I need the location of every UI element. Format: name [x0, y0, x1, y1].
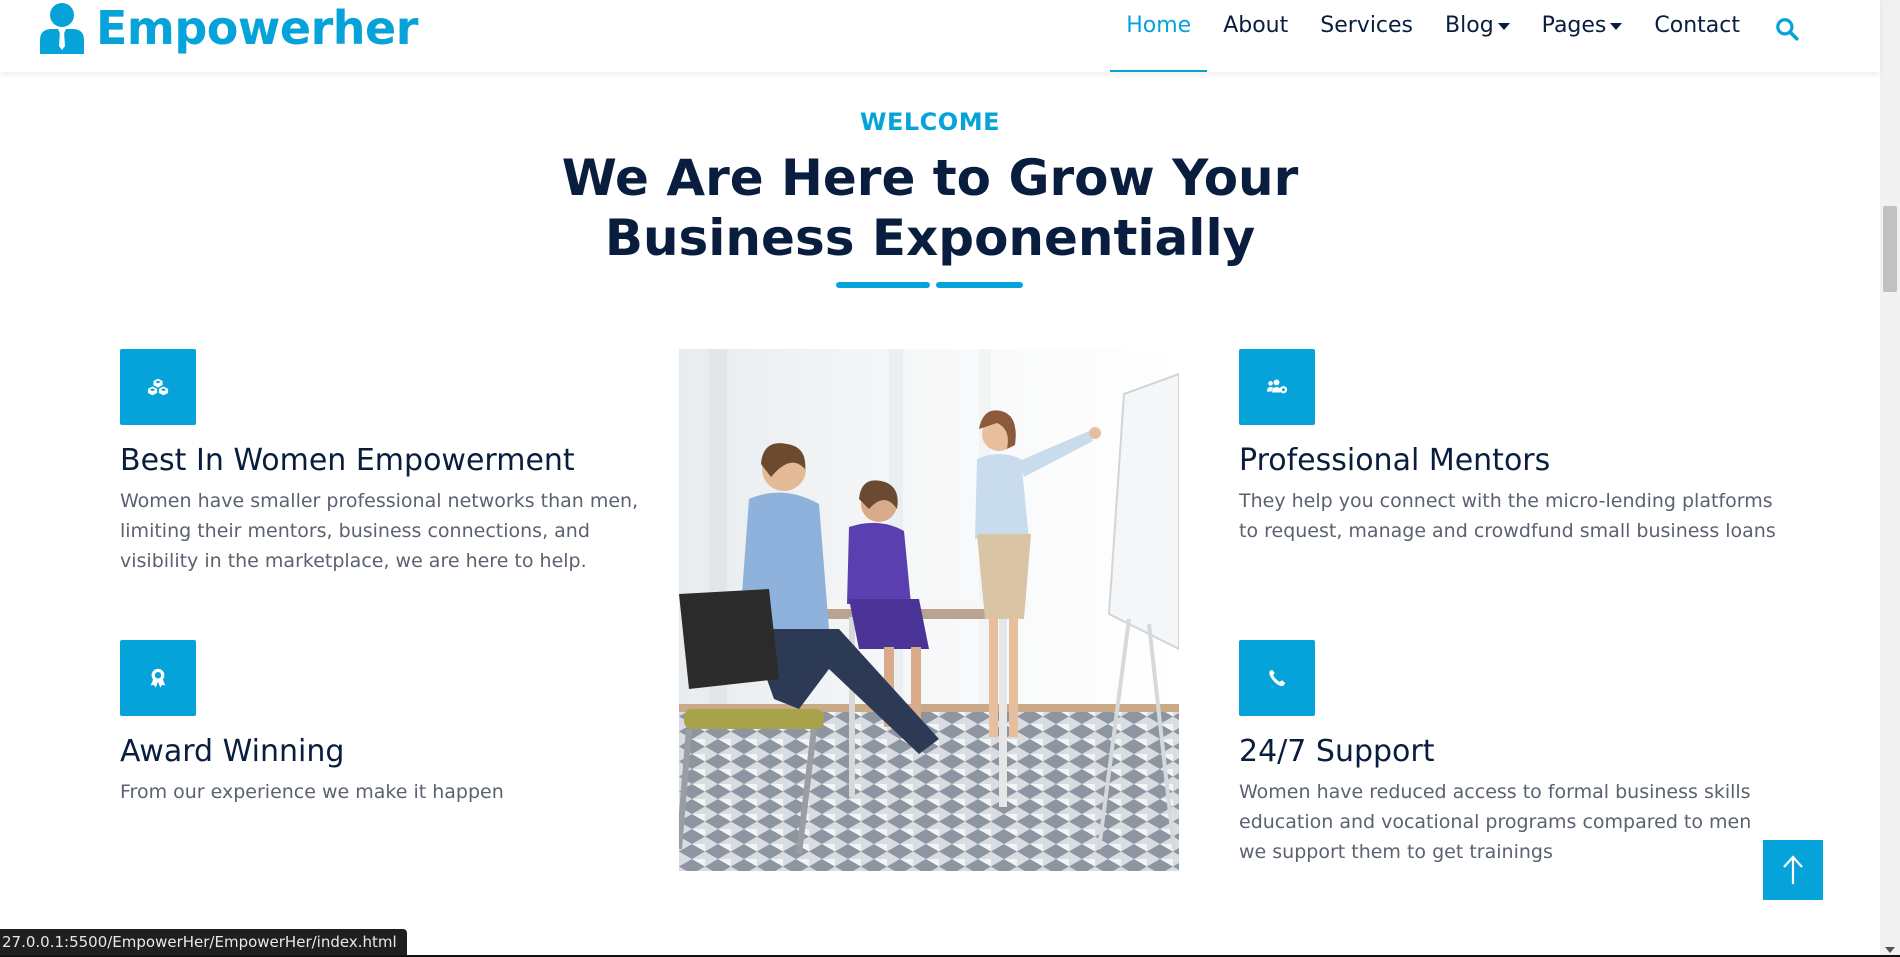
feature-icon-box [120, 349, 196, 425]
feature-women-empowerment: Best In Women Empowerment Women have sma… [120, 349, 660, 576]
nav-pages-dropdown[interactable]: Pages [1526, 0, 1639, 72]
feature-text: Women have reduced access to formal busi… [1239, 781, 1752, 863]
users-cog-icon [1266, 379, 1288, 394]
section-title: We Are Here to Grow Your Business Expone… [530, 148, 1330, 268]
feature-icon-box [120, 640, 196, 716]
user-tie-icon [40, 3, 84, 54]
nav-home-label: Home [1126, 13, 1192, 38]
office-meeting-photo [679, 349, 1179, 871]
scroll-down-arrow-icon[interactable] [1885, 947, 1895, 953]
feature-text: Women have smaller professional networks… [120, 490, 639, 572]
main-nav: Home About Services Blog Pages Contact [1110, 0, 1800, 72]
section-title-line-2: Business Exponentially [604, 209, 1256, 267]
feature-title: 24/7 Support [1239, 734, 1435, 769]
nav-blog-dropdown[interactable]: Blog [1429, 0, 1526, 72]
nav-about[interactable]: About [1207, 0, 1304, 72]
caret-down-icon [1497, 22, 1510, 30]
caret-down-icon [1610, 22, 1623, 30]
feature-professional-mentors: Professional Mentors They help you conne… [1239, 349, 1779, 546]
feature-text: They help you connect with the micro-len… [1239, 490, 1776, 542]
arrow-up-icon [1783, 855, 1803, 884]
feature-title: Professional Mentors [1239, 443, 1551, 478]
search-icon[interactable] [1774, 16, 1800, 42]
nav-services[interactable]: Services [1304, 0, 1429, 72]
page-scrollbar[interactable] [1880, 0, 1900, 957]
back-to-top-button[interactable] [1763, 840, 1823, 900]
nav-pages-label: Pages [1541, 13, 1607, 38]
feature-text: From our experience we make it happen [120, 781, 504, 803]
nav-home[interactable]: Home [1110, 0, 1208, 72]
meeting-illustration [679, 349, 1179, 871]
award-icon [150, 668, 166, 688]
feature-icon-box [1239, 349, 1315, 425]
feature-support: 24/7 Support Women have reduced access t… [1239, 640, 1779, 867]
feature-award-winning: Award Winning From our experience we mak… [120, 640, 660, 807]
title-divider-right [936, 282, 1023, 288]
section-eyebrow: WELCOME [860, 108, 1000, 136]
nav-contact[interactable]: Contact [1638, 0, 1756, 72]
title-divider-left [836, 282, 930, 288]
nav-blog-label: Blog [1445, 13, 1494, 38]
scrollbar-thumb[interactable] [1883, 206, 1897, 292]
brand-name: Empowerher [96, 1, 418, 55]
navbar: Empowerher Home About Services Blog Page… [0, 0, 1880, 72]
link-status-bar: 27.0.0.1:5500/EmpowerHer/EmpowerHer/inde… [0, 929, 407, 956]
section-title-line-1: We Are Here to Grow Your [561, 149, 1299, 207]
brand-logo[interactable]: Empowerher [38, 0, 418, 56]
nav-contact-label: Contact [1654, 13, 1740, 38]
feature-title: Award Winning [120, 734, 345, 769]
cubes-icon [147, 378, 169, 396]
nav-about-label: About [1223, 13, 1289, 38]
feature-icon-box [1239, 640, 1315, 716]
phone-icon [1269, 669, 1286, 687]
nav-services-label: Services [1320, 13, 1414, 38]
feature-title: Best In Women Empowerment [120, 443, 575, 478]
